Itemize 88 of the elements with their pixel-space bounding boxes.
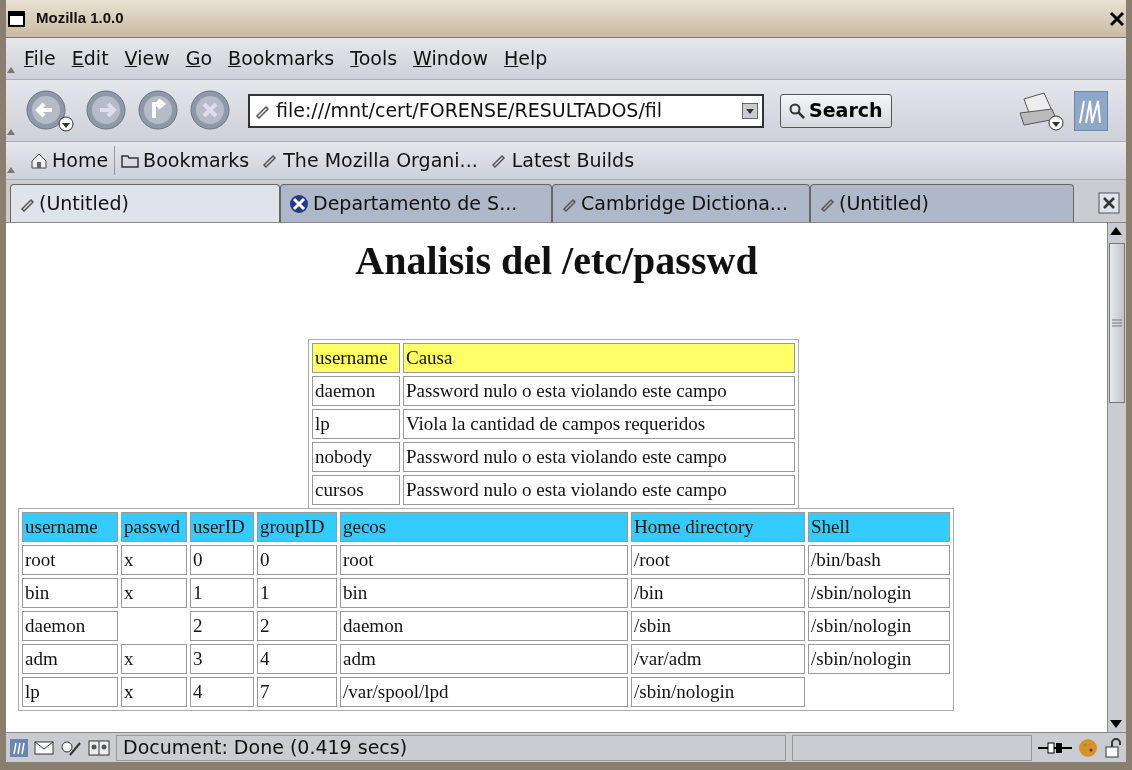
search-button[interactable]: Search bbox=[780, 93, 892, 128]
table-cell: /root bbox=[631, 545, 805, 575]
home-icon bbox=[30, 151, 48, 170]
table-cell: 7 bbox=[257, 677, 337, 707]
table-cell: /bin/bash bbox=[808, 545, 950, 575]
table-cell: 0 bbox=[257, 545, 337, 575]
table-cell: /bin bbox=[631, 578, 805, 608]
table-cell: daemon bbox=[22, 611, 118, 641]
bookmark-item[interactable]: The Mozilla Organi... bbox=[255, 146, 484, 175]
table-cell: x bbox=[121, 644, 187, 674]
bookmark-item[interactable]: Bookmarks bbox=[115, 146, 256, 175]
table-cell: 2 bbox=[257, 611, 337, 641]
column-header: username bbox=[22, 512, 118, 542]
table-cell: Viola la cantidad de campos requeridos bbox=[403, 409, 795, 439]
column-header: username bbox=[312, 343, 400, 373]
table-cell: 0 bbox=[190, 545, 254, 575]
lock-icon[interactable] bbox=[1104, 737, 1122, 758]
table-cell: 1 bbox=[190, 578, 254, 608]
menu-item[interactable]: Go bbox=[183, 44, 215, 73]
table-cell: nobody bbox=[312, 442, 400, 472]
window-menu-icon[interactable] bbox=[6, 9, 28, 28]
close-tab-button[interactable] bbox=[1098, 192, 1120, 214]
menu-item[interactable]: Tools bbox=[348, 44, 400, 73]
dropdown-icon[interactable] bbox=[742, 102, 758, 119]
grip-icon[interactable] bbox=[6, 127, 16, 137]
column-header: gecos bbox=[340, 512, 628, 542]
column-header: Shell bbox=[808, 512, 950, 542]
menu-item[interactable]: Bookmarks bbox=[226, 44, 337, 73]
url-field[interactable]: file:///mnt/cert/FORENSE/RESULTADOS/fil bbox=[248, 93, 764, 128]
column-header: Causa bbox=[403, 343, 795, 373]
table-cell: x bbox=[121, 677, 187, 707]
page-heading: Analisis del /etc/passwd bbox=[354, 237, 759, 285]
menu-item[interactable]: Edit bbox=[69, 44, 111, 73]
bookmark-item[interactable]: Latest Builds bbox=[483, 146, 641, 175]
table-cell: /sbin bbox=[631, 611, 805, 641]
column-header: groupID bbox=[257, 512, 337, 542]
table-cell: Password nulo o esta violando este campo bbox=[403, 376, 795, 406]
url-text: file:///mnt/cert/FORENSE/RESULTADOS/fil bbox=[276, 98, 664, 124]
menu-item[interactable]: View bbox=[122, 44, 172, 73]
table-cell: /sbin/nologin bbox=[808, 611, 950, 641]
table-cell: cursos bbox=[312, 475, 400, 505]
tab[interactable]: (Untitled) bbox=[10, 184, 280, 222]
grip-icon[interactable] bbox=[6, 65, 16, 75]
table-cell: 1 bbox=[257, 578, 337, 608]
table-cell: /var/spool/lpd bbox=[340, 677, 628, 707]
search-icon bbox=[789, 102, 805, 119]
address-book-icon[interactable] bbox=[88, 738, 110, 757]
table-cell: Password nulo o esta violando este campo bbox=[403, 475, 795, 505]
tab[interactable]: Departamento de S... bbox=[280, 184, 552, 222]
table-cell: bin bbox=[22, 578, 118, 608]
column-header: passwd bbox=[121, 512, 187, 542]
table-cell: x bbox=[121, 578, 187, 608]
table-cell: /var/adm bbox=[631, 644, 805, 674]
table-cell: x bbox=[121, 545, 187, 575]
window-title: Mozilla 1.0.0 bbox=[36, 8, 124, 29]
vertical-scrollbar[interactable] bbox=[1107, 223, 1126, 732]
table-cell: adm bbox=[22, 644, 118, 674]
table-cell: 4 bbox=[257, 644, 337, 674]
table-cell: /sbin/nologin bbox=[808, 578, 950, 608]
mail-icon[interactable] bbox=[34, 739, 54, 756]
back-button[interactable] bbox=[24, 87, 76, 134]
column-header: Home directory bbox=[631, 512, 805, 542]
grip-icon[interactable] bbox=[6, 165, 16, 175]
table-cell: 2 bbox=[190, 611, 254, 641]
table-cell: bin bbox=[340, 578, 628, 608]
table-cell: 4 bbox=[190, 677, 254, 707]
grip-icon bbox=[1111, 318, 1123, 328]
tab[interactable]: (Untitled) bbox=[810, 184, 1074, 222]
table-cell: root bbox=[22, 545, 118, 575]
column-header: userID bbox=[190, 512, 254, 542]
table-cell: daemon bbox=[340, 611, 628, 641]
table-cell: lp bbox=[22, 677, 118, 707]
table-cell: /sbin/nologin bbox=[631, 677, 805, 707]
table-cell: adm bbox=[340, 644, 628, 674]
table-cell: lp bbox=[312, 409, 400, 439]
menu-item[interactable]: Window bbox=[411, 44, 490, 73]
table-cell: daemon bbox=[312, 376, 400, 406]
table-cell: 3 bbox=[190, 644, 254, 674]
bookmark-item[interactable]: Home bbox=[24, 146, 116, 175]
table-cell: root bbox=[340, 545, 628, 575]
menu-item[interactable]: File bbox=[22, 44, 58, 73]
status-text: Document: Done (0.419 secs) bbox=[116, 734, 786, 761]
menu-item[interactable]: Help bbox=[502, 44, 550, 73]
connection-icon[interactable] bbox=[1038, 739, 1072, 756]
close-icon[interactable] bbox=[1108, 9, 1126, 28]
tab[interactable]: Cambridge Dictiona... bbox=[552, 184, 810, 222]
table-cell: Password nulo o esta violando este campo bbox=[403, 442, 795, 472]
table-cell: /sbin/nologin bbox=[808, 644, 950, 674]
